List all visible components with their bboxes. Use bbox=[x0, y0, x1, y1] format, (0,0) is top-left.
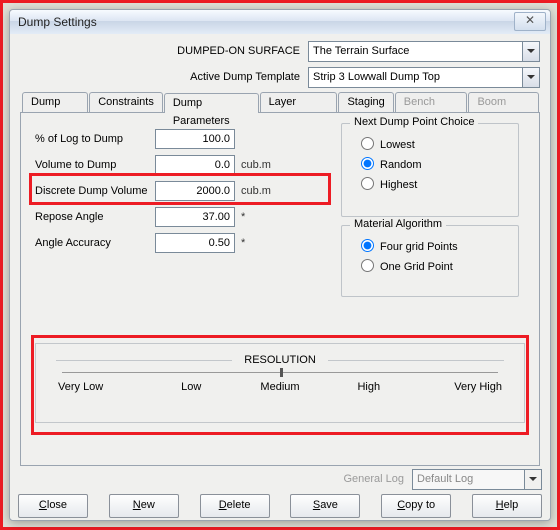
param-row: Repose Angle37.00* bbox=[35, 207, 325, 227]
resolution-tick-label: Medium bbox=[236, 381, 325, 393]
resolution-tick-label: Very High bbox=[413, 381, 502, 393]
param-row: % of Log to Dump100.0 bbox=[35, 129, 325, 149]
param-input[interactable]: 0.50 bbox=[155, 233, 235, 253]
resolution-box: RESOLUTION Very LowLowMediumHighVery Hig… bbox=[35, 343, 525, 423]
general-log-label: General Log bbox=[343, 473, 404, 485]
param-label: % of Log to Dump bbox=[35, 133, 155, 145]
tab-staging[interactable]: Staging bbox=[338, 92, 393, 112]
param-row: Volume to Dump0.0cub.m bbox=[35, 155, 325, 175]
general-log-combo: Default Log bbox=[412, 469, 542, 490]
tab-boom-dump: Boom Dump bbox=[468, 92, 539, 112]
radio-one-grid-point[interactable]: One Grid Point bbox=[342, 256, 518, 276]
param-label: Angle Accuracy bbox=[35, 237, 155, 249]
copy-to-button[interactable]: Copy to bbox=[381, 494, 451, 518]
group-legend: Material Algorithm bbox=[350, 218, 446, 230]
resolution-slider[interactable]: Very LowLowMediumHighVery High bbox=[36, 366, 524, 403]
param-label: Volume to Dump bbox=[35, 159, 155, 171]
chevron-down-icon[interactable] bbox=[522, 67, 540, 88]
resolution-tick-label: Very Low bbox=[58, 381, 147, 393]
tab-dump-type[interactable]: Dump Type bbox=[22, 92, 88, 112]
radio-input[interactable] bbox=[361, 177, 374, 190]
radio-highest[interactable]: Highest bbox=[342, 174, 518, 194]
close-button[interactable]: Close bbox=[18, 494, 88, 518]
group-legend: Next Dump Point Choice bbox=[350, 116, 478, 128]
divider bbox=[328, 360, 504, 361]
slider-thumb[interactable] bbox=[280, 368, 283, 377]
param-input[interactable]: 0.0 bbox=[155, 155, 235, 175]
window-close-button[interactable]: ✕ bbox=[514, 12, 546, 31]
titlebar: Dump Settings ✕ bbox=[10, 10, 550, 35]
close-icon: ✕ bbox=[525, 13, 535, 27]
radio-label: One Grid Point bbox=[380, 261, 453, 273]
radio-label: Lowest bbox=[380, 139, 415, 151]
group-material-algorithm: Material Algorithm Four grid PointsOne G… bbox=[341, 225, 519, 297]
radio-input[interactable] bbox=[361, 157, 374, 170]
chevron-down-icon[interactable] bbox=[522, 41, 540, 62]
template-value: Strip 3 Lowwall Dump Top bbox=[308, 67, 522, 88]
radio-input[interactable] bbox=[361, 259, 374, 272]
radio-input[interactable] bbox=[361, 239, 374, 252]
param-input[interactable]: 100.0 bbox=[155, 129, 235, 149]
template-combo[interactable]: Strip 3 Lowwall Dump Top bbox=[308, 67, 540, 88]
tab-bench-dump: Bench Dump bbox=[395, 92, 468, 112]
param-row: Angle Accuracy0.50* bbox=[35, 233, 325, 253]
divider bbox=[56, 360, 232, 361]
tab-dump-parameters[interactable]: Dump Parameters bbox=[164, 93, 259, 113]
tab-layer-material[interactable]: Layer Material bbox=[260, 92, 338, 112]
param-unit: * bbox=[235, 237, 281, 249]
radio-random[interactable]: Random bbox=[342, 154, 518, 174]
delete-button[interactable]: Delete bbox=[200, 494, 270, 518]
param-label: Repose Angle bbox=[35, 211, 155, 223]
param-input[interactable]: 2000.0 bbox=[155, 181, 235, 201]
param-unit: * bbox=[235, 211, 281, 223]
radio-four-grid-points[interactable]: Four grid Points bbox=[342, 236, 518, 256]
param-unit: cub.m bbox=[235, 159, 281, 171]
radio-label: Highest bbox=[380, 179, 417, 191]
param-label: Discrete Dump Volume bbox=[35, 185, 155, 197]
surface-label: DUMPED-ON SURFACE bbox=[20, 45, 308, 57]
new-button[interactable]: New bbox=[109, 494, 179, 518]
slider-track bbox=[62, 372, 498, 373]
resolution-title: RESOLUTION bbox=[232, 354, 328, 366]
help-button[interactable]: Help bbox=[472, 494, 542, 518]
resolution-tick-label: Low bbox=[147, 381, 236, 393]
radio-label: Random bbox=[380, 159, 422, 171]
tabstrip: Dump TypeConstraintsDump ParametersLayer… bbox=[22, 92, 540, 112]
tab-constraints[interactable]: Constraints bbox=[89, 92, 163, 112]
radio-lowest[interactable]: Lowest bbox=[342, 134, 518, 154]
window-title: Dump Settings bbox=[18, 15, 97, 29]
group-next-dump-point: Next Dump Point Choice LowestRandomHighe… bbox=[341, 123, 519, 217]
surface-value: The Terrain Surface bbox=[308, 41, 522, 62]
param-unit: cub.m bbox=[235, 185, 281, 197]
tab-panel: % of Log to Dump100.0Volume to Dump0.0cu… bbox=[20, 112, 540, 466]
radio-label: Four grid Points bbox=[380, 241, 458, 253]
general-log-value: Default Log bbox=[412, 469, 524, 490]
surface-combo[interactable]: The Terrain Surface bbox=[308, 41, 540, 62]
resolution-tick-label: High bbox=[324, 381, 413, 393]
template-label: Active Dump Template bbox=[20, 71, 308, 83]
param-row: Discrete Dump Volume2000.0cub.m bbox=[35, 181, 325, 201]
save-button[interactable]: Save bbox=[290, 494, 360, 518]
chevron-down-icon bbox=[524, 469, 542, 490]
radio-input[interactable] bbox=[361, 137, 374, 150]
param-input[interactable]: 37.00 bbox=[155, 207, 235, 227]
